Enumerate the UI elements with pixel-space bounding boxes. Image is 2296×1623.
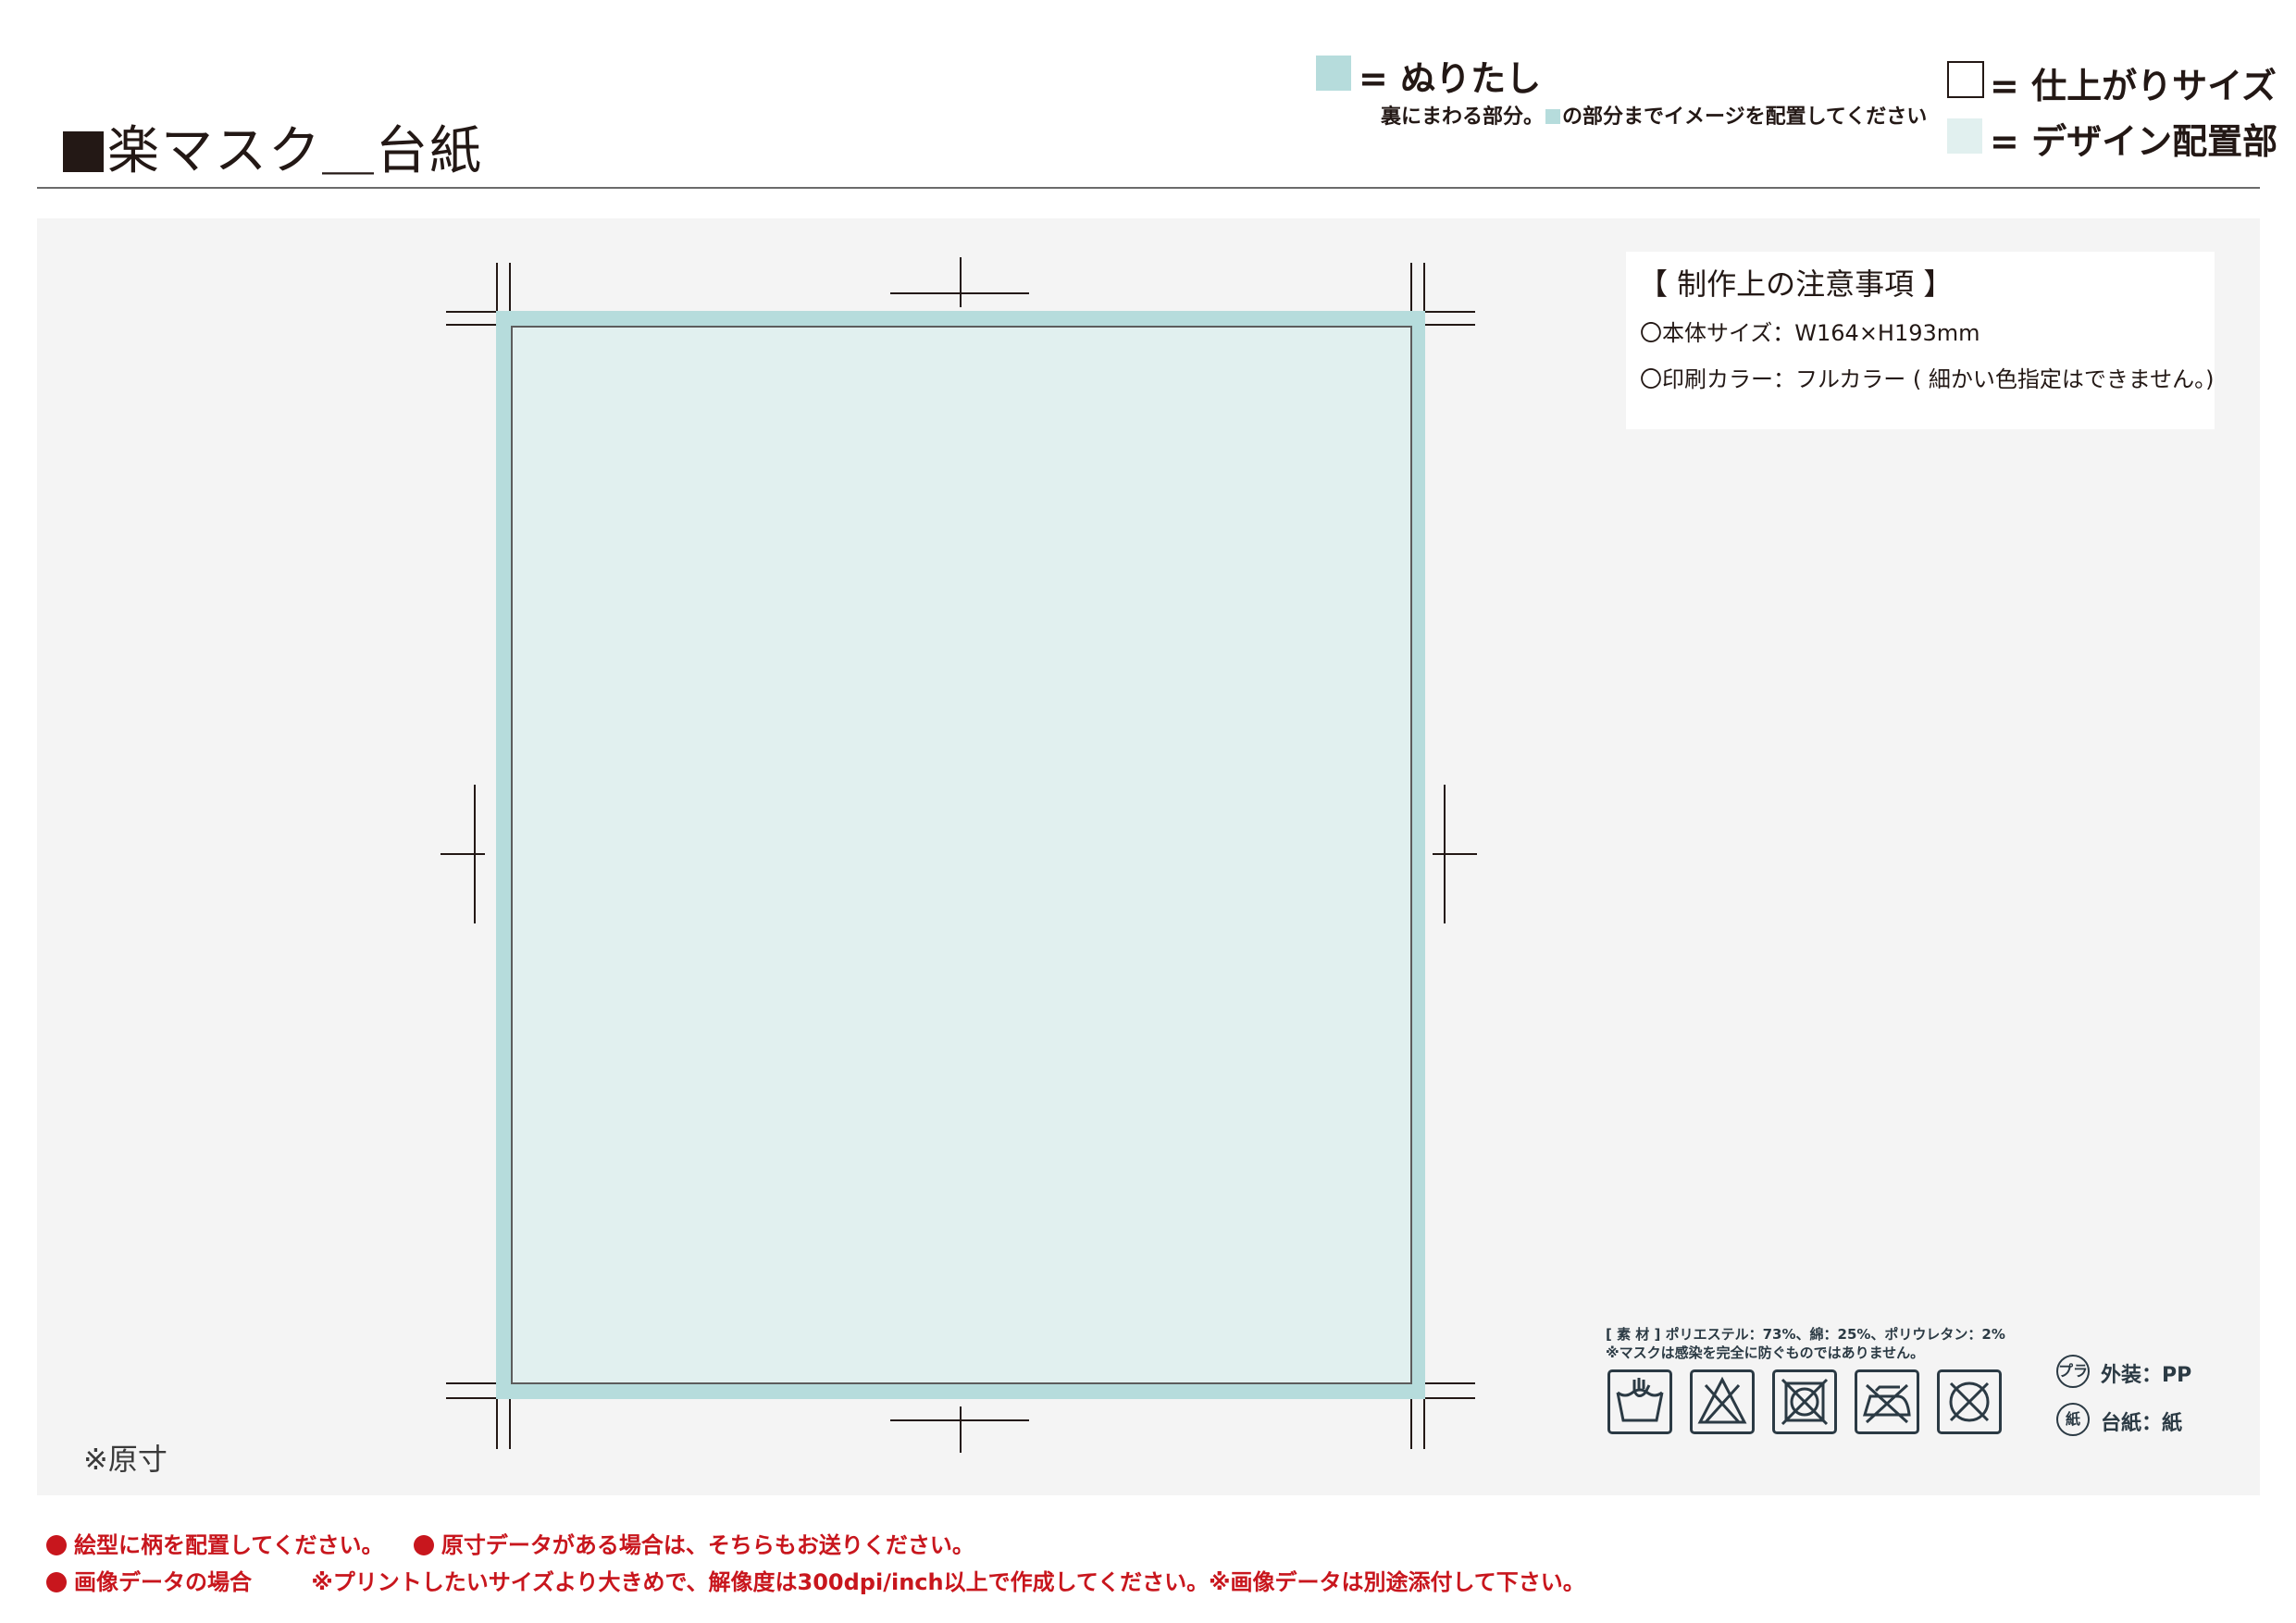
register-mark (890, 292, 1029, 294)
outer-packaging-label: 外装：PP (2101, 1364, 2192, 1387)
no-iron-icon (1855, 1369, 1919, 1434)
design-legend-label: = デザイン配置部 (1990, 121, 2278, 162)
crop-mark (496, 263, 498, 311)
crop-mark (446, 1382, 496, 1384)
bleed-mini-swatch (1545, 109, 1561, 124)
no-bleach-icon (1690, 1369, 1755, 1434)
bleed-swatch (1316, 56, 1351, 91)
no-tumble-dry-icon (1772, 1369, 1837, 1434)
crop-mark (1425, 1382, 1475, 1384)
header-divider (37, 187, 2260, 189)
trim-legend-label: = 仕上がりサイズ (1990, 66, 2277, 106)
crop-mark (446, 1397, 496, 1399)
hand-wash-icon (1607, 1369, 1672, 1434)
pla-recycle-icon: プラ (2056, 1355, 2090, 1388)
crop-mark (509, 263, 511, 311)
actual-size-note: ※原寸 (83, 1442, 168, 1477)
design-area[interactable] (511, 326, 1412, 1384)
crop-mark (1410, 263, 1412, 311)
bleed-note: 裏にまわる部分。 の部分までイメージを配置してください (1381, 105, 1928, 129)
register-mark (890, 1419, 1029, 1421)
register-mark (960, 1406, 962, 1453)
trim-swatch (1947, 61, 1984, 98)
square-bullet-icon (63, 131, 104, 172)
page-title: 楽マスク＿台紙 (63, 109, 483, 184)
red-bullet-icon (46, 1535, 67, 1555)
paper-recycle-icon: 紙 (2056, 1403, 2090, 1436)
note-print-color: 〇印刷カラー：フルカラー ( 細かい色指定はできません。) (1640, 366, 2215, 392)
crop-mark (509, 1399, 511, 1449)
design-swatch (1947, 118, 1982, 154)
footer-line-2: 画像データの場合 ※プリントしたいサイズより大きめで、解像度は300dpi/in… (46, 1564, 1585, 1596)
crop-mark (1425, 311, 1475, 313)
crop-mark (496, 1399, 498, 1449)
register-mark (1433, 853, 1477, 855)
red-bullet-icon (413, 1535, 434, 1555)
red-bullet-icon (46, 1572, 67, 1592)
crop-mark (1423, 263, 1425, 311)
no-dry-clean-icon (1937, 1369, 2002, 1434)
crop-mark (446, 324, 496, 326)
backing-paper-label: 台紙：紙 (2101, 1412, 2183, 1435)
footer-line-1: 絵型に柄を配置してください。 原寸データがある場合は、そちらもお送りください。 (46, 1527, 974, 1559)
crop-mark (1425, 1397, 1475, 1399)
note-body-size: 〇本体サイズ：W164×H193mm (1640, 320, 1980, 346)
crop-mark (1425, 324, 1475, 326)
crop-mark (1423, 1399, 1425, 1449)
crop-mark (1410, 1399, 1412, 1449)
crop-mark (446, 311, 496, 313)
notes-title: 【 制作上の注意事項 】 (1638, 266, 1954, 302)
material-info: [ 素 材 ] ポリエステル：73%、綿：25%、ポリウレタン：2% ※マスクは… (1606, 1326, 2005, 1361)
register-mark (960, 257, 962, 307)
register-mark (441, 853, 485, 855)
bleed-legend-label: = ぬりたし (1359, 58, 1542, 99)
